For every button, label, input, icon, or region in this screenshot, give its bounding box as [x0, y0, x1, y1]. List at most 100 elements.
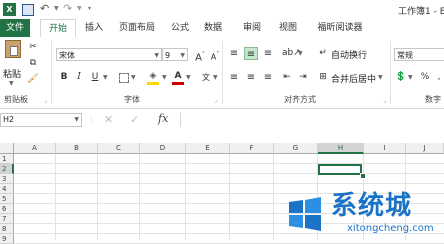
- row-header-6[interactable]: 6: [0, 204, 14, 214]
- align-center-icon[interactable]: ≡: [244, 71, 258, 84]
- tab-view[interactable]: 视图: [274, 19, 302, 37]
- select-all-corner[interactable]: [0, 143, 14, 154]
- format-painter-icon[interactable]: 🖌: [26, 73, 40, 86]
- enter-icon[interactable]: ✓: [130, 113, 139, 126]
- row-header-9[interactable]: 9: [0, 234, 14, 244]
- insert-function-button[interactable]: fx: [158, 112, 168, 125]
- phonetic-icon[interactable]: 文: [199, 71, 213, 84]
- fill-color-dropdown-icon[interactable]: ▼: [162, 74, 167, 81]
- paste-button[interactable]: 粘贴: [3, 67, 21, 80]
- tab-home[interactable]: 开始: [40, 19, 76, 39]
- align-right-icon[interactable]: ≡: [261, 71, 275, 84]
- number-format-select[interactable]: 常规: [394, 48, 444, 61]
- tab-review[interactable]: 审阅: [238, 19, 266, 37]
- paste-icon[interactable]: [5, 40, 21, 58]
- underline-dropdown-icon[interactable]: ▼: [103, 74, 108, 81]
- formula-bar-grip-icon[interactable]: ⋮: [88, 116, 95, 124]
- active-cell[interactable]: [318, 164, 362, 175]
- copy-icon[interactable]: ⧉: [26, 57, 40, 70]
- clipboard-launcher-icon[interactable]: ⌟: [44, 97, 47, 104]
- column-header-a[interactable]: A: [14, 143, 56, 154]
- row-header-3[interactable]: 3: [0, 174, 14, 184]
- alignment-launcher-icon[interactable]: ⌟: [383, 97, 386, 104]
- top-align-icon[interactable]: ≡: [227, 47, 241, 60]
- name-box-dropdown-icon[interactable]: ▼: [74, 114, 79, 126]
- column-header-f[interactable]: F: [230, 143, 274, 154]
- font-group-label: 字体: [124, 95, 140, 104]
- decrease-font-size-icon[interactable]: A˅: [208, 48, 222, 62]
- percent-icon[interactable]: %: [418, 71, 432, 84]
- window-title: 工作簿1 - Ex: [398, 7, 444, 17]
- orientation-dropdown-icon[interactable]: ▼: [298, 50, 303, 57]
- wrap-text-button[interactable]: 自动换行: [331, 48, 367, 61]
- font-name-select[interactable]: 宋体 ▼: [56, 48, 162, 61]
- accounting-format-icon[interactable]: 💲: [394, 71, 408, 84]
- merge-center-icon[interactable]: ⊞: [316, 71, 330, 84]
- comma-style-icon[interactable]: ,: [432, 71, 444, 84]
- column-header-e[interactable]: E: [186, 143, 230, 154]
- paste-dropdown-icon[interactable]: ▼: [9, 80, 14, 87]
- column-header-c[interactable]: C: [98, 143, 140, 154]
- tab-file[interactable]: 文件: [0, 19, 30, 37]
- clipboard-group-label: 剪贴板: [4, 95, 28, 104]
- underline-button[interactable]: U: [88, 71, 102, 84]
- row-header-2[interactable]: 2: [0, 164, 14, 174]
- tab-page-layout[interactable]: 页面布局: [114, 19, 160, 37]
- column-header-g[interactable]: G: [274, 143, 318, 154]
- wrap-text-icon[interactable]: ↵: [316, 47, 330, 60]
- undo-icon[interactable]: ↶: [40, 2, 49, 15]
- alignment-group-label: 对齐方式: [284, 95, 316, 104]
- qat-customize-icon[interactable]: ▾: [88, 5, 91, 12]
- tab-foxit-reader[interactable]: 福昕阅读器: [310, 19, 370, 37]
- tab-formulas[interactable]: 公式: [166, 19, 194, 37]
- column-header-d[interactable]: D: [140, 143, 186, 154]
- phonetic-dropdown-icon[interactable]: ▼: [213, 74, 218, 81]
- row-header-5[interactable]: 5: [0, 194, 14, 204]
- cancel-icon[interactable]: ✕: [104, 113, 113, 126]
- formula-input[interactable]: [180, 112, 444, 127]
- decrease-indent-icon[interactable]: ⇤: [280, 71, 294, 84]
- merge-center-dropdown-icon[interactable]: ▼: [378, 74, 383, 81]
- excel-icon: X: [3, 3, 16, 16]
- tab-insert[interactable]: 插入: [80, 19, 108, 37]
- orientation-icon[interactable]: ab↗: [282, 47, 301, 60]
- cut-icon[interactable]: ✂: [26, 41, 40, 54]
- font-launcher-icon[interactable]: ⌟: [214, 97, 217, 104]
- column-header-b[interactable]: B: [56, 143, 98, 154]
- column-header-h[interactable]: H: [318, 143, 364, 154]
- tab-data[interactable]: 数据: [199, 19, 227, 37]
- ribbon-tabs: 文件 开始 插入 页面布局 公式 数据 审阅 视图 福昕阅读器: [0, 19, 444, 39]
- row-header-1[interactable]: 1: [0, 154, 14, 164]
- font-name-dropdown-icon[interactable]: ▼: [154, 49, 159, 62]
- font-color-dropdown-icon[interactable]: ▼: [186, 74, 191, 81]
- ribbon: 粘贴 ▼ ✂ ⧉ 🖌 剪贴板 ⌟ 宋体 ▼ 9 ▼ A˄ A˅ B I U ▼ …: [0, 37, 444, 109]
- fill-color-icon[interactable]: ◈: [146, 70, 160, 85]
- save-icon[interactable]: [22, 4, 34, 16]
- borders-dropdown-icon[interactable]: ▼: [131, 74, 136, 81]
- bottom-align-icon[interactable]: ≡: [261, 47, 275, 60]
- row-header-7[interactable]: 7: [0, 214, 14, 224]
- font-size-dropdown-icon[interactable]: ▼: [180, 49, 185, 62]
- column-header-j[interactable]: J: [406, 143, 444, 154]
- align-left-icon[interactable]: ≡: [227, 71, 241, 84]
- fill-handle[interactable]: [360, 173, 366, 179]
- bold-button[interactable]: B: [57, 71, 71, 84]
- font-color-icon[interactable]: A: [171, 70, 185, 85]
- increase-font-size-icon[interactable]: A˄: [193, 48, 207, 63]
- watermark-brand: 系统城: [331, 191, 413, 221]
- undo-dropdown-icon[interactable]: ▼: [54, 5, 59, 12]
- borders-icon[interactable]: [116, 71, 130, 84]
- redo-icon[interactable]: ↷: [63, 2, 72, 15]
- redo-dropdown-icon[interactable]: ▼: [77, 5, 82, 12]
- accounting-dropdown-icon[interactable]: ▼: [408, 74, 413, 81]
- italic-button[interactable]: I: [72, 71, 86, 84]
- row-header-4[interactable]: 4: [0, 184, 14, 194]
- name-box[interactable]: H2 ▼: [0, 113, 82, 127]
- name-box-value: H2: [3, 115, 15, 124]
- column-header-i[interactable]: I: [364, 143, 406, 154]
- merge-center-button[interactable]: 合并后居中: [331, 72, 376, 85]
- increase-indent-icon[interactable]: ⇥: [296, 71, 310, 84]
- font-size-select[interactable]: 9 ▼: [162, 48, 188, 61]
- middle-align-icon[interactable]: ≡: [244, 47, 258, 60]
- row-header-8[interactable]: 8: [0, 224, 14, 234]
